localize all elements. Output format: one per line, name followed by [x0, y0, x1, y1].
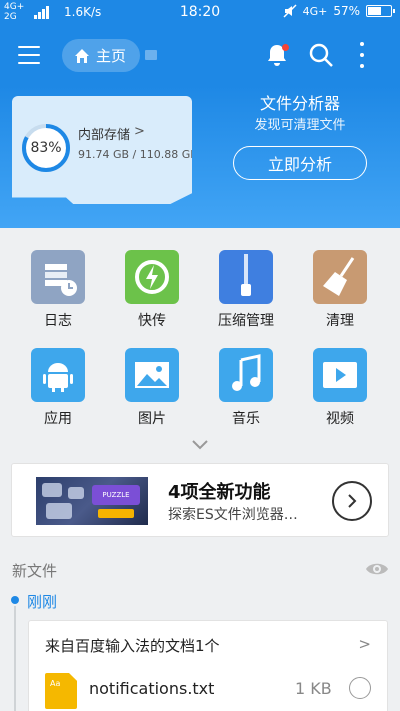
grid-item-label: 视频 [326, 411, 354, 427]
image-icon [125, 348, 179, 402]
timeline-line [14, 606, 16, 711]
promo-subtitle: 探索ES文件浏览器… [168, 507, 298, 523]
storage-header: 83% 内部存储 > 91.74 GB / 110.88 GB 文件分析器 发现… [0, 86, 400, 228]
grid-item-label: 日志 [44, 313, 72, 329]
grid-item-label: 图片 [138, 411, 166, 427]
file-name[interactable]: notifications.txt [89, 679, 214, 698]
grid-item-label: 快传 [138, 313, 166, 329]
video-icon [313, 348, 367, 402]
android-icon [31, 348, 85, 402]
grid-item-videos[interactable]: 视频 [300, 348, 380, 428]
broom-icon [313, 250, 367, 304]
file-card-title: 来自百度输入法的文档1个 [45, 637, 220, 655]
home-icon [75, 48, 89, 63]
bell-icon[interactable] [265, 42, 289, 68]
select-checkbox[interactable] [349, 677, 371, 699]
chevron-down-icon[interactable] [190, 437, 210, 451]
timeline-dot [11, 596, 19, 604]
storage-percent: 83% [30, 140, 62, 156]
grid-item-images[interactable]: 图片 [112, 348, 192, 428]
home-button[interactable]: 主页 [62, 39, 140, 72]
promo-image-button [98, 509, 134, 518]
battery-percent: 57% [333, 4, 360, 18]
status-bar: 4G+ 2G 1.6K/s 18:20 4G+ 57% [0, 0, 400, 26]
internal-storage-card[interactable]: 83% 内部存储 > 91.74 GB / 110.88 GB [12, 96, 192, 204]
grid-item-apps[interactable]: 应用 [18, 348, 98, 428]
chevron-right-icon: > [358, 635, 371, 653]
log-icon [31, 250, 85, 304]
menu-icon[interactable] [18, 46, 40, 64]
promo-title: 4项全新功能 [168, 482, 271, 503]
eye-icon[interactable] [365, 561, 389, 577]
grid-item-log[interactable]: 日志 [18, 250, 98, 330]
grid-item-music[interactable]: 音乐 [206, 348, 286, 428]
promo-image: PUZZLE [36, 477, 148, 525]
feature-promo-card[interactable]: PUZZLE 4项全新功能 探索ES文件浏览器… [11, 463, 389, 537]
promo-image-logo: PUZZLE [92, 485, 140, 505]
transfer-icon [125, 250, 179, 304]
zip-icon [219, 250, 273, 304]
mute-icon [283, 4, 297, 18]
app-bar: 主页 [0, 26, 400, 86]
grid-item-label: 音乐 [232, 411, 260, 427]
grid-item-label: 应用 [44, 411, 72, 427]
home-label: 主页 [96, 47, 127, 65]
grid-item-label: 压缩管理 [218, 313, 274, 329]
search-icon[interactable] [308, 42, 334, 68]
more-icon[interactable] [355, 42, 369, 68]
file-size: 1 KB [295, 679, 332, 698]
notification-dot [282, 44, 289, 51]
storage-title: 内部存储 [78, 128, 131, 143]
new-files-label: 新文件 [12, 562, 58, 580]
grid-item-transfer[interactable]: 快传 [112, 250, 192, 330]
network-type-right: 4G+ [302, 4, 328, 18]
storage-size: 91.74 GB / 110.88 GB [78, 148, 198, 161]
grid-item-zip[interactable]: 压缩管理 [206, 250, 286, 330]
battery-icon [366, 5, 395, 17]
text-file-icon: Aa [45, 673, 77, 709]
music-icon [219, 348, 273, 402]
chevron-right-icon: > [134, 124, 145, 139]
analyze-button[interactable]: 立即分析 [233, 146, 367, 180]
analyzer-subtitle: 发现可清理文件 [254, 118, 346, 133]
time-group-label: 刚刚 [27, 593, 58, 611]
new-files-card[interactable]: 来自百度输入法的文档1个 > Aa notifications.txt 1 KB [28, 620, 388, 711]
analyzer-title: 文件分析器 [259, 94, 340, 113]
grid-item-clean[interactable]: 清理 [300, 250, 380, 330]
grid-item-label: 清理 [326, 313, 354, 329]
window-indicator-icon [145, 50, 157, 60]
arrow-right-icon[interactable] [332, 481, 372, 521]
